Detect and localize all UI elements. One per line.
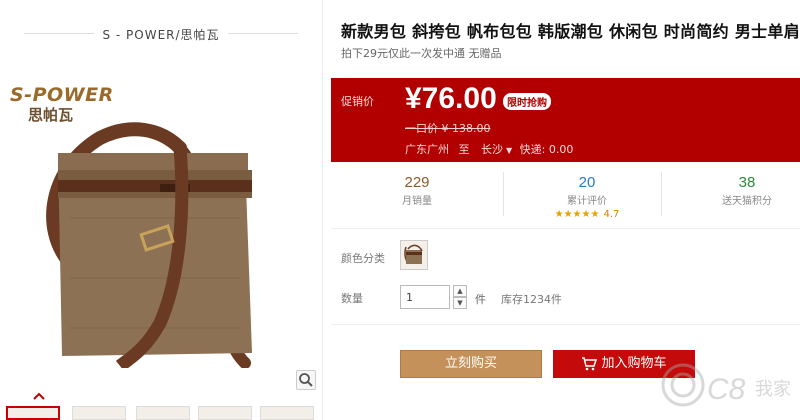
color-option[interactable] xyxy=(400,240,428,270)
qty-decrease-button[interactable]: ▼ xyxy=(453,297,467,309)
quantity-input[interactable] xyxy=(400,285,450,309)
cart-icon xyxy=(582,356,598,370)
reviews-count: 20 xyxy=(578,174,596,191)
sales-count: 229 xyxy=(404,174,430,191)
bag-thumbnail-icon xyxy=(404,244,423,264)
thumbnail-item[interactable] xyxy=(6,406,60,420)
points-label: 送天猫积分 xyxy=(722,196,772,207)
separator-line xyxy=(331,324,800,325)
buy-now-button[interactable]: 立刻购买 xyxy=(400,350,542,378)
price-panel: 促销价 ¥76.00 限时抢购 一口价 ¥ 138.00 广东广州 至 长沙 ▼ … xyxy=(331,78,800,162)
chevron-down-icon[interactable]: ▼ xyxy=(506,146,512,155)
watermark-logo: C8 我家 xyxy=(661,363,791,407)
reviews-label: 累计评价 xyxy=(567,196,607,207)
qty-increase-button[interactable]: ▲ xyxy=(453,285,467,297)
promo-label: 促销价 xyxy=(341,95,374,108)
color-label: 颜色分类 xyxy=(341,252,385,265)
ship-to-label: 至 xyxy=(458,143,470,156)
express-fee: 快递: 0.00 xyxy=(519,143,574,156)
thumbnail-item[interactable] xyxy=(260,406,314,420)
quantity-label: 数量 xyxy=(341,292,363,305)
brand-title[interactable]: S - POWER/思帕瓦 xyxy=(0,26,322,43)
monthly-sales: 229 月销量 xyxy=(347,174,487,207)
quantity-unit: 件 xyxy=(475,293,486,306)
thumbnail-strip xyxy=(0,406,322,420)
ship-from: 广东广州 xyxy=(405,143,449,156)
magnifier-icon xyxy=(299,373,313,387)
product-title: 新款男包 斜挎包 帆布包包 韩版潮包 休闲包 时尚简约 男士单肩包 xyxy=(341,22,800,41)
svg-text:C8: C8 xyxy=(707,373,746,406)
separator-line xyxy=(331,228,800,229)
thumbnail-item[interactable] xyxy=(198,406,252,420)
product-subtitle: 拍下29元仅此一次发中通 无赠品 xyxy=(341,47,502,60)
stock-info: 库存1234件 xyxy=(501,293,562,306)
product-image xyxy=(46,122,252,368)
stat-divider xyxy=(503,172,504,216)
rating-stars: ★★★★★ xyxy=(554,209,600,220)
chevron-up-icon[interactable] xyxy=(33,392,45,400)
ship-to-city[interactable]: 长沙 xyxy=(481,143,503,156)
zoom-button[interactable] xyxy=(296,370,316,390)
points-count: 38 xyxy=(738,174,756,191)
svg-text:我家: 我家 xyxy=(755,379,791,400)
original-price: 一口价 ¥ 138.00 xyxy=(405,122,491,135)
thumbnail-item[interactable] xyxy=(72,406,126,420)
logo-en: S-POWER xyxy=(10,84,114,106)
total-reviews[interactable]: 20 累计评价 ★★★★★ 4.7 xyxy=(517,174,657,220)
product-gallery: S - POWER/思帕瓦 S-POWER 思帕瓦 xyxy=(0,0,322,420)
sales-label: 月销量 xyxy=(402,196,432,207)
shipping-info: 广东广州 至 长沙 ▼ 快递: 0.00 xyxy=(405,141,573,157)
rating-value: 4.7 xyxy=(603,209,620,220)
star-rating: ★★★★★ 4.7 xyxy=(517,209,657,220)
stat-divider xyxy=(661,172,662,216)
limited-time-badge: 限时抢购 xyxy=(503,93,551,110)
stats-bar: 229 月销量 20 累计评价 ★★★★★ 4.7 38 送天猫积分 xyxy=(331,166,800,224)
tmall-points: 38 送天猫积分 xyxy=(677,174,800,207)
current-price: ¥76.00 xyxy=(405,82,497,115)
thumbnail-item[interactable] xyxy=(136,406,190,420)
